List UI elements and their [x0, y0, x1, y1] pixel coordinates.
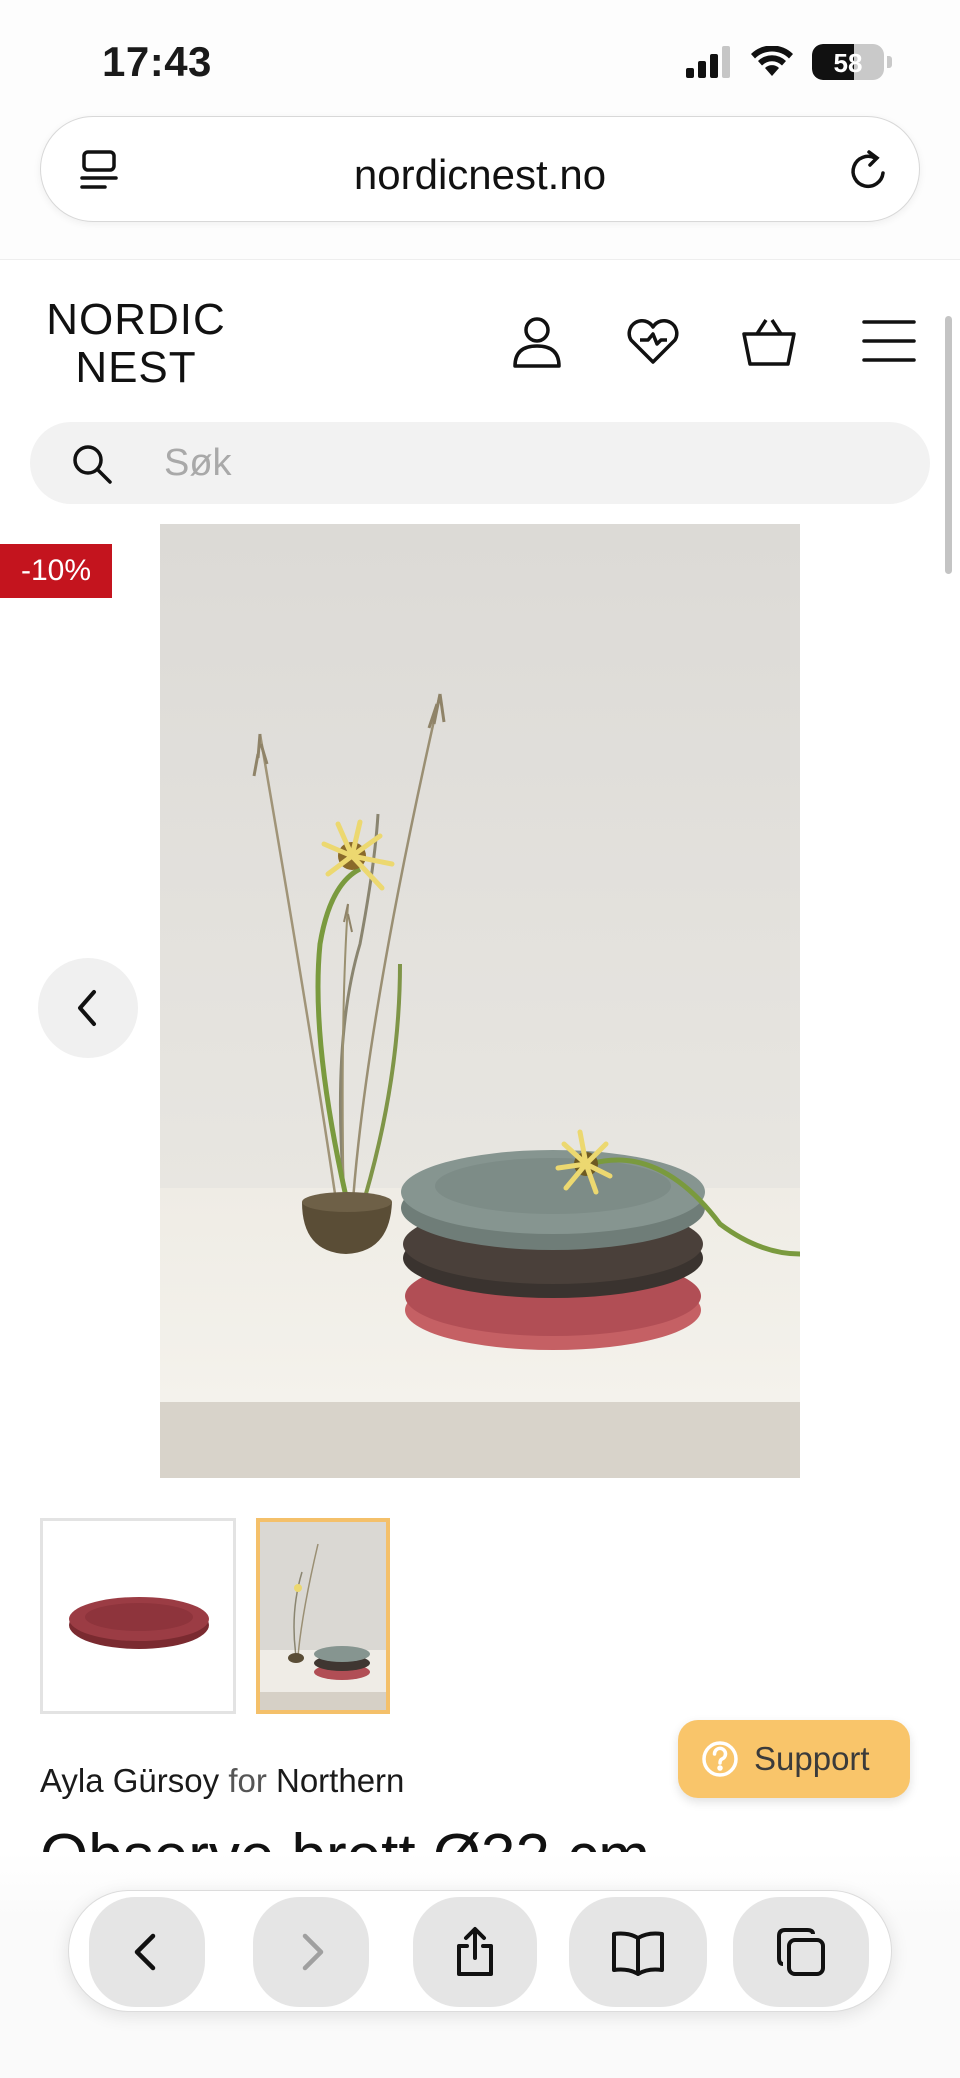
product-title-text: Observe brett Ø32 cm [40, 1826, 940, 1853]
search-bar[interactable] [30, 422, 930, 504]
bookmarks-button[interactable] [569, 1897, 707, 2007]
tray-thumbnail-image [43, 1521, 233, 1711]
site-header: NORDIC NEST [0, 262, 960, 412]
status-bar: 17:43 58 [0, 0, 960, 110]
product-title: Observe brett Ø32 cm [40, 1822, 940, 1853]
status-icons: 58 [686, 44, 892, 80]
product-photo [160, 524, 800, 1478]
scene-thumbnail-image [260, 1522, 386, 1710]
product-main-image[interactable] [160, 524, 800, 1478]
forward-icon [302, 1933, 324, 1971]
wishlist-heart-icon[interactable] [624, 312, 682, 370]
logo-line-2: NEST [75, 343, 197, 392]
tabs-icon [777, 1928, 825, 1976]
reload-icon[interactable] [845, 147, 893, 195]
forward-button[interactable] [253, 1897, 369, 2007]
address-bar[interactable]: nordicnest.no [40, 116, 920, 222]
battery-icon: 58 [812, 44, 884, 80]
search-input[interactable] [164, 422, 864, 504]
basket-icon[interactable] [740, 312, 798, 370]
battery-tip [887, 56, 892, 68]
account-icon[interactable] [508, 312, 566, 370]
gallery-prev-button[interactable] [38, 958, 138, 1058]
share-button[interactable] [413, 1897, 537, 2007]
page-scrollbar[interactable] [945, 316, 952, 574]
browser-address-area: nordicnest.no [0, 110, 960, 260]
logo-line-1: NORDIC [46, 295, 226, 344]
thumbnail-1[interactable] [40, 1518, 236, 1714]
help-question-icon [702, 1741, 738, 1777]
discount-badge: -10% [0, 544, 112, 598]
designer-name[interactable]: Ayla Gürsoy [40, 1762, 219, 1799]
browser-toolbar [68, 1890, 892, 2012]
battery-percent: 58 [833, 48, 863, 78]
support-button[interactable]: Support [678, 1720, 910, 1798]
hamburger-menu-icon[interactable] [860, 312, 918, 370]
support-label: Support [754, 1740, 870, 1777]
status-time: 17:43 [102, 38, 212, 85]
url-text[interactable]: nordicnest.no [41, 151, 919, 199]
tabs-button[interactable] [733, 1897, 869, 2007]
product-brand-line: Ayla Gürsoy for Northern [40, 1762, 404, 1800]
nordic-nest-logo[interactable]: NORDIC NEST [36, 296, 236, 392]
cellular-signal-icon [686, 46, 730, 78]
back-icon [134, 1933, 156, 1971]
brand-name[interactable]: Northern [276, 1762, 404, 1799]
bookmarks-icon [612, 1931, 664, 1976]
wifi-icon [751, 46, 793, 76]
thumbnail-2[interactable] [256, 1518, 390, 1714]
share-icon [457, 1927, 493, 1976]
for-word: for [228, 1762, 267, 1799]
chevron-left-icon [78, 990, 96, 1026]
search-icon [73, 445, 112, 484]
back-button[interactable] [89, 1897, 205, 2007]
